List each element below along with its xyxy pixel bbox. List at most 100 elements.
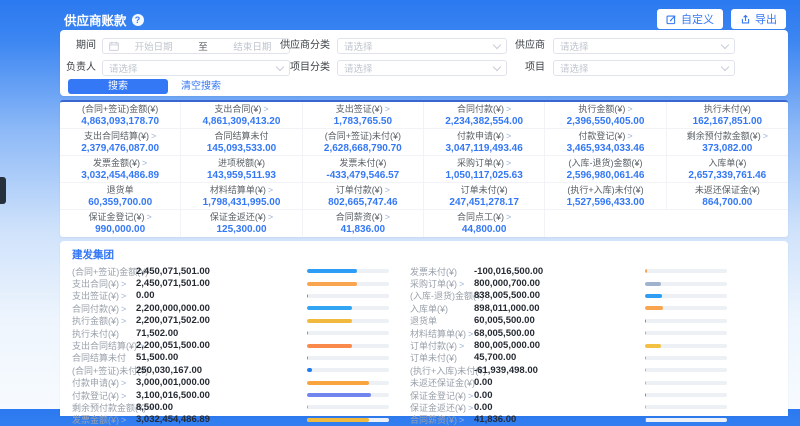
stat-value[interactable]: 145,093,533.00	[181, 142, 301, 155]
drilldown-arrow-icon[interactable]: >	[506, 158, 511, 168]
drilldown-arrow-icon[interactable]: >	[468, 403, 473, 413]
stat-value[interactable]: 2,657,339,761.46	[667, 169, 788, 182]
stat-value[interactable]: 162,167,851.00	[667, 115, 788, 128]
stat-value[interactable]: 4,863,093,178.70	[60, 115, 180, 128]
metric-row: (执行+入库)未付(¥) -61,939,498.00	[410, 364, 776, 376]
metric-label: 付款申请(¥)>	[72, 376, 126, 389]
stat-value[interactable]: 802,665,747.46	[303, 196, 423, 209]
drilldown-arrow-icon[interactable]: >	[385, 104, 390, 114]
export-button[interactable]: 导出	[731, 9, 786, 29]
metric-bar	[645, 356, 727, 360]
stat-value[interactable]: 1,527,596,433.00	[545, 196, 665, 209]
drilldown-arrow-icon[interactable]: >	[459, 341, 464, 351]
drilldown-arrow-icon[interactable]: >	[468, 391, 473, 401]
metric-row: (合同+签证)未付(¥) 250,030,167.00	[72, 364, 410, 376]
metric-label: 材料结算单(¥)>	[410, 327, 473, 340]
stat-value[interactable]: 1,783,765.50	[303, 115, 423, 128]
project-category-select[interactable]: 请选择	[337, 60, 507, 76]
group-name-link[interactable]: 建发集团	[72, 249, 114, 262]
stat-label: 合同结算未付	[181, 131, 301, 142]
stat-value[interactable]: 2,379,476,087.00	[60, 142, 180, 155]
stat-value[interactable]: 1,798,431,995.00	[181, 196, 301, 209]
stat-value[interactable]: 1,050,117,025.63	[424, 169, 544, 182]
metric-bar	[307, 269, 389, 273]
stat-label: (合同+签证)未付(¥)	[303, 131, 423, 142]
drilldown-arrow-icon[interactable]: >	[121, 415, 126, 425]
stat-value[interactable]: 3,465,934,033.46	[545, 142, 665, 155]
drilldown-arrow-icon[interactable]: >	[468, 329, 473, 339]
metric-bar	[645, 331, 727, 335]
drilldown-arrow-icon[interactable]: >	[121, 316, 126, 326]
metric-value: 45,700.00	[474, 352, 516, 363]
metric-value: 8,500.00	[136, 402, 173, 413]
sidebar-collapse-handle[interactable]	[0, 177, 6, 204]
stat-value[interactable]: 44,800.00	[424, 223, 544, 236]
stat-value[interactable]: 2,396,550,405.00	[545, 115, 665, 128]
stat-cell: 支出合同(¥)> 4,861,309,413.20	[181, 102, 302, 129]
drilldown-arrow-icon[interactable]: >	[385, 185, 390, 195]
stat-value[interactable]: 60,359,700.00	[60, 196, 180, 209]
drilldown-arrow-icon[interactable]: >	[506, 104, 511, 114]
stat-value[interactable]: 373,082.00	[667, 142, 788, 155]
stat-value[interactable]: 125,300.00	[181, 223, 301, 236]
drilldown-arrow-icon[interactable]: >	[121, 304, 126, 314]
drilldown-arrow-icon[interactable]: >	[268, 185, 273, 195]
metric-bar	[645, 319, 727, 323]
supplier-category-select[interactable]: 请选择	[337, 38, 507, 54]
metric-value: 2,200,071,502.00	[136, 315, 210, 326]
help-icon[interactable]: ?	[132, 14, 144, 26]
stat-cell: 保证金返还(¥)> 125,300.00	[181, 210, 302, 237]
stat-value[interactable]: 2,628,668,790.70	[303, 142, 423, 155]
metric-label: 退货单	[410, 314, 437, 327]
metric-bar	[307, 282, 389, 286]
stat-value[interactable]: -433,479,546.57	[303, 169, 423, 182]
chevron-down-icon	[721, 40, 729, 48]
drilldown-arrow-icon[interactable]: >	[506, 131, 511, 141]
stat-value[interactable]: 41,836.00	[303, 223, 423, 236]
stat-cell: (入库-退货)金额(¥) 2,596,980,061.46	[545, 156, 666, 183]
drilldown-arrow-icon[interactable]: >	[263, 104, 268, 114]
stat-value[interactable]: 990,000.00	[60, 223, 180, 236]
metric-row: 执行未付(¥) 71,502.00	[72, 327, 410, 339]
search-button[interactable]: 搜索	[68, 79, 168, 94]
stat-cell: 订单付款(¥)> 802,665,747.46	[303, 183, 424, 210]
project-select[interactable]: 请选择	[553, 60, 735, 76]
drilldown-arrow-icon[interactable]: >	[121, 279, 126, 289]
drilldown-arrow-icon[interactable]: >	[459, 279, 464, 289]
stat-value[interactable]: 2,234,382,554.00	[424, 115, 544, 128]
stat-value[interactable]: 143,959,511.93	[181, 169, 301, 182]
supplier-select[interactable]: 请选择	[553, 38, 735, 54]
drilldown-arrow-icon[interactable]: >	[121, 378, 126, 388]
stat-value[interactable]: 3,047,119,493.46	[424, 142, 544, 155]
period-range-input[interactable]: 开始日期 至 结束日期	[102, 38, 290, 54]
drilldown-arrow-icon[interactable]: >	[151, 131, 156, 141]
drilldown-arrow-icon[interactable]: >	[268, 212, 273, 222]
stat-value[interactable]: 247,451,278.17	[424, 196, 544, 209]
drilldown-arrow-icon[interactable]: >	[627, 104, 632, 114]
clear-search-link[interactable]: 清空搜索	[181, 79, 221, 94]
stat-value[interactable]: 864,700.00	[667, 196, 788, 209]
filter-panel: 期间 开始日期 至 结束日期 供应商分类 请选择 供应商 请选择 负责人 请选择…	[60, 30, 788, 96]
drilldown-arrow-icon[interactable]: >	[147, 212, 152, 222]
customize-button[interactable]: 自定义	[657, 9, 723, 29]
drilldown-arrow-icon[interactable]: >	[121, 391, 126, 401]
metric-bar	[645, 269, 727, 273]
metric-bar	[307, 344, 389, 348]
stat-value[interactable]: 4,861,309,413.20	[181, 115, 301, 128]
stat-cell: (执行+入库)未付(¥) 1,527,596,433.00	[545, 183, 666, 210]
stat-value[interactable]: 2,596,980,061.46	[545, 169, 665, 182]
stat-label: 发票未付(¥)	[303, 158, 423, 169]
drilldown-arrow-icon[interactable]: >	[627, 131, 632, 141]
chevron-down-icon	[721, 62, 729, 70]
stat-cell: 付款登记(¥)> 3,465,934,033.46	[545, 129, 666, 156]
owner-select[interactable]: 请选择	[102, 60, 290, 76]
metric-bar	[645, 418, 727, 422]
drilldown-arrow-icon[interactable]: >	[763, 131, 768, 141]
drilldown-arrow-icon[interactable]: >	[459, 415, 464, 425]
drilldown-arrow-icon[interactable]: >	[385, 212, 390, 222]
metric-value: 3,032,454,486.89	[136, 414, 210, 425]
drilldown-arrow-icon[interactable]: >	[142, 158, 147, 168]
drilldown-arrow-icon[interactable]: >	[506, 212, 511, 222]
stat-value[interactable]: 3,032,454,486.89	[60, 169, 180, 182]
drilldown-arrow-icon[interactable]: >	[121, 291, 126, 301]
